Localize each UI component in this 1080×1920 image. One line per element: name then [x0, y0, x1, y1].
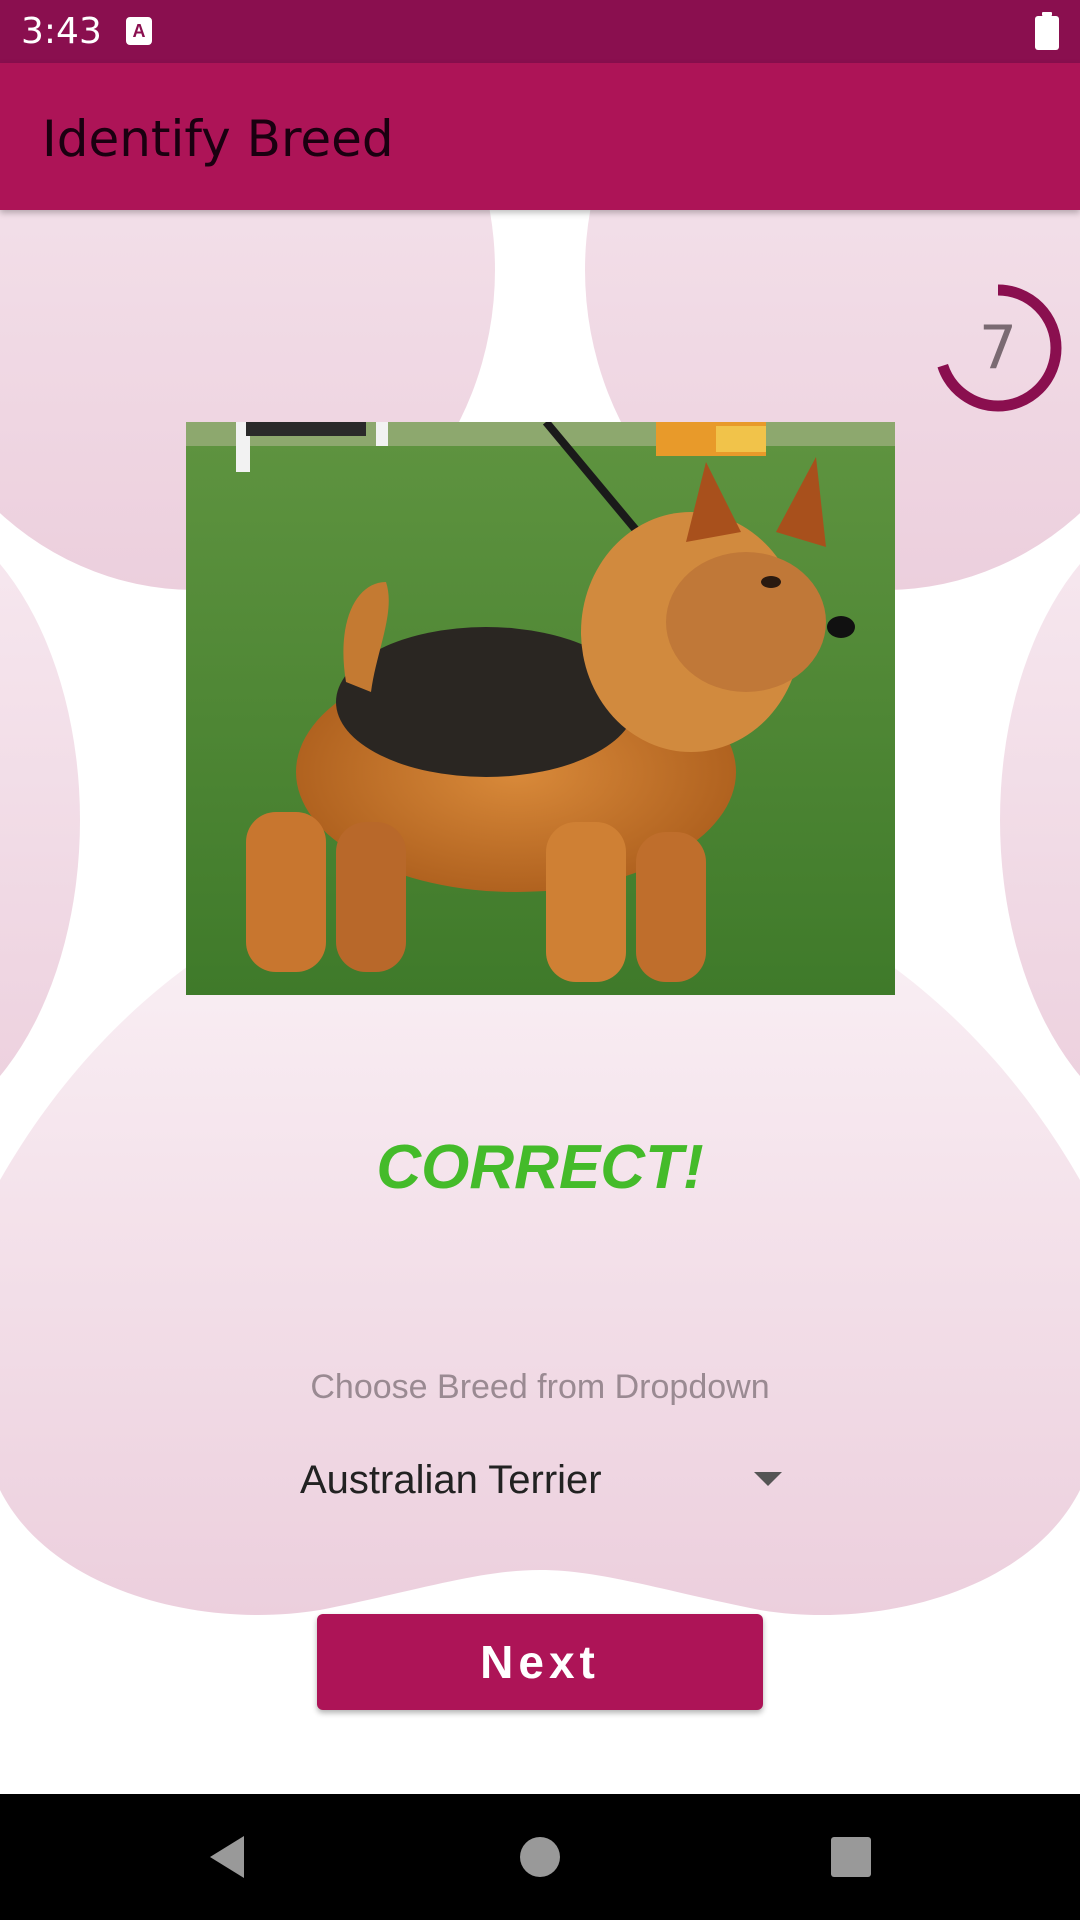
page-title: Identify Breed	[42, 110, 394, 168]
breed-dropdown[interactable]: Australian Terrier	[292, 1442, 802, 1518]
dropdown-hint: Choose Breed from Dropdown	[310, 1368, 770, 1406]
home-icon[interactable]	[515, 1832, 565, 1882]
dog-photo	[186, 422, 895, 995]
a-icon: A	[126, 17, 152, 45]
back-icon[interactable]	[204, 1832, 254, 1882]
app-bar: Identify Breed	[0, 63, 1080, 210]
status-time: 3:43	[21, 11, 102, 52]
screen: 3:43 A Identify Breed 7 CORRECT! Choose …	[0, 0, 1080, 1920]
battery-icon	[1035, 12, 1059, 50]
dropdown-arrow-icon	[754, 1472, 782, 1486]
main-content: 7 CORRECT! Choose Breed from Dropdown Au…	[0, 210, 1080, 1794]
navigation-bar	[0, 1794, 1080, 1920]
countdown-timer: 7	[930, 280, 1066, 416]
selected-breed: Australian Terrier	[300, 1458, 602, 1502]
recents-icon[interactable]	[826, 1832, 876, 1882]
next-button[interactable]: Next	[317, 1614, 763, 1710]
result-message: CORRECT!	[376, 1133, 704, 1202]
status-bar: 3:43 A	[0, 0, 1080, 63]
timer-value: 7	[978, 313, 1018, 383]
